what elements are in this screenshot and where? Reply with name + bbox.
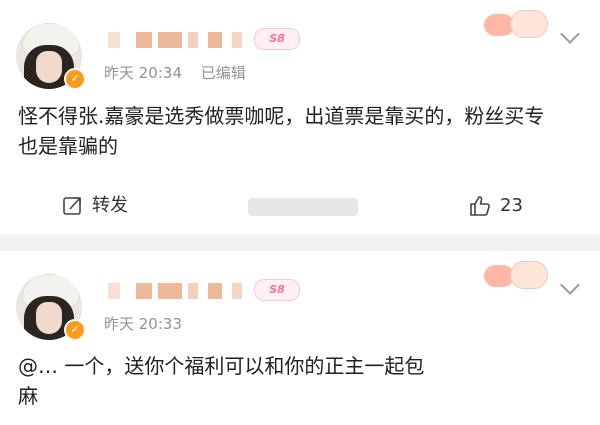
post-time: 昨天 20:34 [104,64,182,82]
like-button[interactable]: 23 [468,188,523,224]
avatar-face [36,302,62,334]
repost-label: 转发 [92,195,128,216]
post-content: 怪不得张.嘉豪是选秀做票咖呢，出道票是靠买的，粉丝买专 也是靠骗的 [18,101,588,161]
username-blurred[interactable] [108,283,248,301]
comment-button-blurred[interactable] [248,198,358,216]
weibo-post: ✓ S8 昨天 20:34 已编辑 怪不得张.嘉豪是选秀做票咖呢，出道票是靠买的… [0,0,600,234]
repost-icon [63,197,81,215]
decoration-sticker [484,8,556,38]
post-actions: 转发 23 [0,188,600,224]
like-count: 23 [500,195,523,216]
decoration-sticker [484,259,556,289]
verified-badge-icon: ✓ [64,319,86,341]
level-badge[interactable]: S8 [254,279,300,301]
avatar-face [36,51,62,83]
chevron-down-icon[interactable] [560,24,580,44]
post-text-line: 怪不得张.嘉豪是选秀做票咖呢，出道票是靠买的，粉丝买专 [18,104,545,128]
level-badge[interactable]: S8 [254,28,300,50]
post-text-line: 麻 [18,384,38,408]
repost-button[interactable]: 转发 [62,188,128,224]
post-content: @… 一个，送你个福利可以和你的正主一起包 麻 [18,351,588,411]
thumbs-up-icon [470,196,490,216]
username-blurred[interactable] [108,32,248,50]
post-text-line: 也是靠骗的 [18,134,118,158]
chevron-down-icon[interactable] [560,275,580,295]
post-text-line: @… 一个，送你个福利可以和你的正主一起包 [18,354,425,378]
post-meta: 昨天 20:34 已编辑 [104,62,246,83]
edited-label[interactable]: 已编辑 [201,64,246,82]
verified-badge-icon: ✓ [64,68,86,90]
post-separator [0,234,600,251]
weibo-post: ✓ S8 昨天 20:33 @… 一个，送你个福利可以和你的正主一起包 麻 [0,251,600,425]
post-meta: 昨天 20:33 [104,313,182,334]
post-time: 昨天 20:33 [104,315,182,333]
